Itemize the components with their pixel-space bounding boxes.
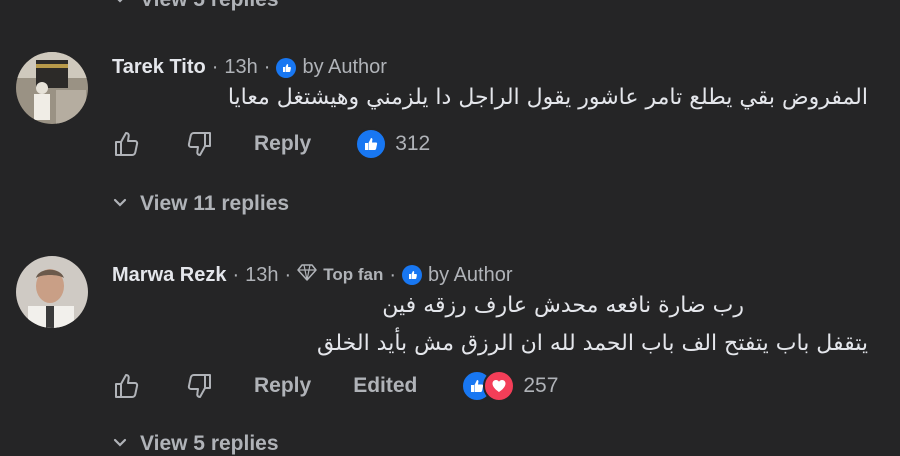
comment-line: رب ضارة نافعه محدش عارف رزقه فين [382,293,744,318]
thumbs-down-icon[interactable] [184,129,214,159]
view-replies-top[interactable]: View 5 replies [112,0,279,12]
view-replies-label: View 11 replies [140,192,290,215]
thumbs-up-icon[interactable] [112,129,142,159]
avatar[interactable] [16,256,88,328]
reaction-count: 312 [395,132,431,155]
top-fan-diamond-icon [297,262,317,288]
separator-dot: · [284,263,292,286]
avatar[interactable] [16,52,88,124]
verified-author-icon [402,265,423,285]
comment-text: رب ضارة نافعه محدش عارف رزقه فين [382,288,744,324]
top-fan-badge[interactable]: Top fan [323,265,383,285]
separator-dot: · [232,263,240,286]
timestamp[interactable]: 13h [224,56,257,79]
comment-text: المفروض بقي يطلع تامر عاشور يقول الراجل … [228,80,868,116]
thumbs-up-icon[interactable] [112,371,142,401]
separator-dot: · [389,263,397,286]
view-replies-label: View 5 replies [140,432,279,455]
timestamp[interactable]: 13h [245,264,278,287]
author-tag: by Author [302,56,387,78]
view-replies-label: View 5 replies [140,0,279,12]
chevron-down-icon [112,192,128,216]
comment-header: Tarek Tito · 13h · by Author [112,56,387,79]
comment-header: Marwa Rezk · 13h · Top fan · by Author [112,262,513,288]
comment-actions: Reply 312 [112,128,430,160]
chevron-down-icon [112,0,128,12]
separator-dot: · [263,56,271,78]
comment-line: يتقفل باب يتفتح الف باب الحمد لله ان الر… [317,331,868,356]
comment-text: يتقفل باب يتفتح الف باب الحمد لله ان الر… [317,326,868,362]
edited-label[interactable]: Edited [353,374,417,398]
reaction-count: 257 [523,374,559,397]
comment-actions: Reply Edited 257 [112,370,558,402]
verified-author-icon [276,57,297,78]
reply-button[interactable]: Reply [254,132,311,156]
author-tag: by Author [428,263,513,286]
reply-button[interactable]: Reply [254,374,311,398]
reactions-summary[interactable]: 312 [355,128,430,160]
view-replies-button[interactable]: View 5 replies [112,432,279,456]
thumbs-down-icon[interactable] [184,371,214,401]
like-reaction-icon [355,128,388,160]
separator-dot: · [211,56,219,78]
author-name[interactable]: Tarek Tito [112,56,206,79]
chevron-down-icon [112,432,128,456]
love-reaction-icon [483,370,516,402]
view-replies-button[interactable]: View 11 replies [112,192,289,216]
reactions-summary[interactable]: 257 [461,370,558,402]
comment-line: المفروض بقي يطلع تامر عاشور يقول الراجل … [227,85,868,110]
author-name[interactable]: Marwa Rezk [112,264,227,287]
